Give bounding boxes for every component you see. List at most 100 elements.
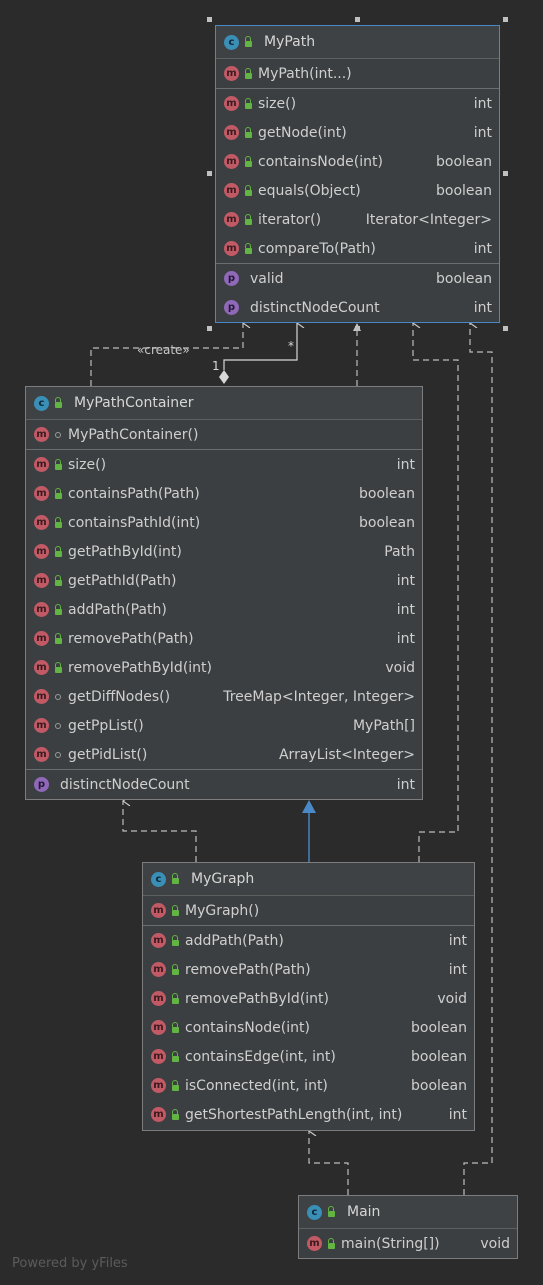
- property-row[interactable]: p distinctNodeCount int: [216, 293, 499, 322]
- method-icon: m: [224, 212, 239, 227]
- lock-icon: [244, 67, 252, 79]
- member-type: boolean: [436, 153, 492, 170]
- method-row[interactable]: m getNode(int) int: [216, 118, 499, 147]
- public-lock-icon: [169, 963, 181, 975]
- member-name: removePathById(int): [68, 659, 212, 676]
- lock-icon: [244, 242, 252, 254]
- member-type: int: [396, 776, 415, 793]
- property-row[interactable]: p distinctNodeCount int: [26, 770, 422, 799]
- method-row[interactable]: m size() int: [26, 450, 422, 479]
- class-mypath[interactable]: c MyPath m MyPath(int...) m size() int m getNode…: [215, 25, 500, 323]
- member-name: MyPath(int...): [258, 65, 352, 82]
- constructor-row[interactable]: m MyPathContainer(): [26, 420, 422, 449]
- constructor-row[interactable]: m MyGraph(): [143, 896, 474, 925]
- lock-icon: [171, 963, 179, 975]
- selection-handle[interactable]: [503, 326, 508, 331]
- public-lock-icon: [242, 155, 254, 167]
- selection-handle[interactable]: [207, 171, 212, 176]
- member-type: Iterator<Integer>: [365, 211, 492, 228]
- public-lock-icon: [169, 904, 181, 916]
- selection-handle[interactable]: [207, 17, 212, 22]
- member-name: isConnected(int, int): [185, 1077, 328, 1094]
- method-icon: m: [151, 1049, 166, 1064]
- member-type: boolean: [436, 182, 492, 199]
- lock-icon: [54, 397, 62, 408]
- package-private-icon: [52, 693, 64, 700]
- class-icon: c: [34, 395, 49, 411]
- method-icon: m: [151, 933, 166, 948]
- method-row[interactable]: m containsNode(int) boolean: [216, 147, 499, 176]
- class-main[interactable]: c Main m main(String[]) void: [298, 1195, 518, 1259]
- method-row[interactable]: m containsEdge(int, int) boolean: [143, 1042, 474, 1071]
- method-row[interactable]: m equals(Object) boolean: [216, 176, 499, 205]
- member-type: int: [396, 601, 415, 618]
- selection-handle[interactable]: [503, 17, 508, 22]
- public-lock-icon: [169, 934, 181, 946]
- method-icon: m: [151, 903, 166, 918]
- public-lock-icon: [52, 632, 64, 644]
- selection-handle[interactable]: [355, 17, 360, 22]
- method-row[interactable]: m getPathId(Path) int: [26, 566, 422, 595]
- public-lock-icon: [242, 36, 254, 47]
- method-row[interactable]: m containsPath(Path) boolean: [26, 479, 422, 508]
- method-icon: m: [224, 96, 239, 111]
- method-row[interactable]: m addPath(Path) int: [26, 595, 422, 624]
- method-row[interactable]: m getPathById(int) Path: [26, 537, 422, 566]
- class-mygraph[interactable]: c MyGraph m MyGraph() m addPath(Path) int m remo…: [142, 862, 475, 1131]
- constructors-section: m MyGraph(): [143, 896, 474, 926]
- method-row[interactable]: m containsNode(int) boolean: [143, 1013, 474, 1042]
- property-icon: p: [34, 777, 49, 792]
- inheritance-arrowhead: [302, 800, 316, 813]
- lock-icon: [244, 155, 252, 167]
- public-lock-icon: [52, 545, 64, 557]
- method-row[interactable]: m iterator() Iterator<Integer>: [216, 205, 499, 234]
- selection-handle[interactable]: [207, 326, 212, 331]
- class-icon: c: [151, 871, 166, 887]
- method-row[interactable]: m removePath(Path) int: [143, 955, 474, 984]
- public-lock-icon: [52, 397, 64, 408]
- method-row[interactable]: m getPidList() ArrayList<Integer>: [26, 740, 422, 769]
- member-type: boolean: [359, 485, 415, 502]
- multiplicity-many-label: *: [288, 339, 294, 353]
- method-row[interactable]: m getDiffNodes() TreeMap<Integer, Integer>: [26, 682, 422, 711]
- method-row[interactable]: m getShortestPathLength(int, int) int: [143, 1100, 474, 1129]
- method-row[interactable]: m compareTo(Path) int: [216, 234, 499, 263]
- package-private-icon: [52, 431, 64, 438]
- selection-handle[interactable]: [355, 326, 360, 331]
- method-row[interactable]: m isConnected(int, int) boolean: [143, 1071, 474, 1100]
- method-row[interactable]: m getPpList() MyPath[]: [26, 711, 422, 740]
- method-row[interactable]: m addPath(Path) int: [143, 926, 474, 955]
- property-row[interactable]: p valid boolean: [216, 264, 499, 293]
- lock-icon: [54, 487, 62, 499]
- method-row[interactable]: m main(String[]) void: [299, 1229, 517, 1258]
- selection-handle[interactable]: [503, 171, 508, 176]
- constructors-section: m MyPathContainer(): [26, 420, 422, 450]
- member-type: int: [473, 299, 492, 316]
- method-row[interactable]: m size() int: [216, 89, 499, 118]
- member-type: int: [473, 240, 492, 257]
- member-type: MyPath[]: [352, 717, 415, 734]
- property-icon: p: [224, 271, 239, 286]
- class-mypathcontainer[interactable]: c MyPathContainer m MyPathContainer() m size(…: [25, 386, 423, 800]
- public-lock-icon: [52, 487, 64, 499]
- constructor-row[interactable]: m MyPath(int...): [216, 59, 499, 88]
- methods-section: m size() int m getNode(int) int m containsNode(…: [216, 89, 499, 264]
- lock-icon: [244, 36, 252, 47]
- public-lock-icon: [52, 516, 64, 528]
- lock-icon: [171, 934, 179, 946]
- member-type: void: [437, 990, 467, 1007]
- method-icon: m: [151, 1107, 166, 1122]
- member-name: removePath(Path): [68, 630, 194, 647]
- method-row[interactable]: m removePathById(int) void: [26, 653, 422, 682]
- member-type: boolean: [436, 270, 492, 287]
- class-header: c Main: [299, 1196, 517, 1229]
- lock-icon: [171, 1108, 179, 1120]
- lock-icon: [171, 1050, 179, 1062]
- property-icon: p: [224, 300, 239, 315]
- method-row[interactable]: m containsPathId(int) boolean: [26, 508, 422, 537]
- member-name: containsNode(int): [258, 153, 383, 170]
- method-row[interactable]: m removePath(Path) int: [26, 624, 422, 653]
- method-icon: m: [151, 1078, 166, 1093]
- method-row[interactable]: m removePathById(int) void: [143, 984, 474, 1013]
- member-type: boolean: [411, 1077, 467, 1094]
